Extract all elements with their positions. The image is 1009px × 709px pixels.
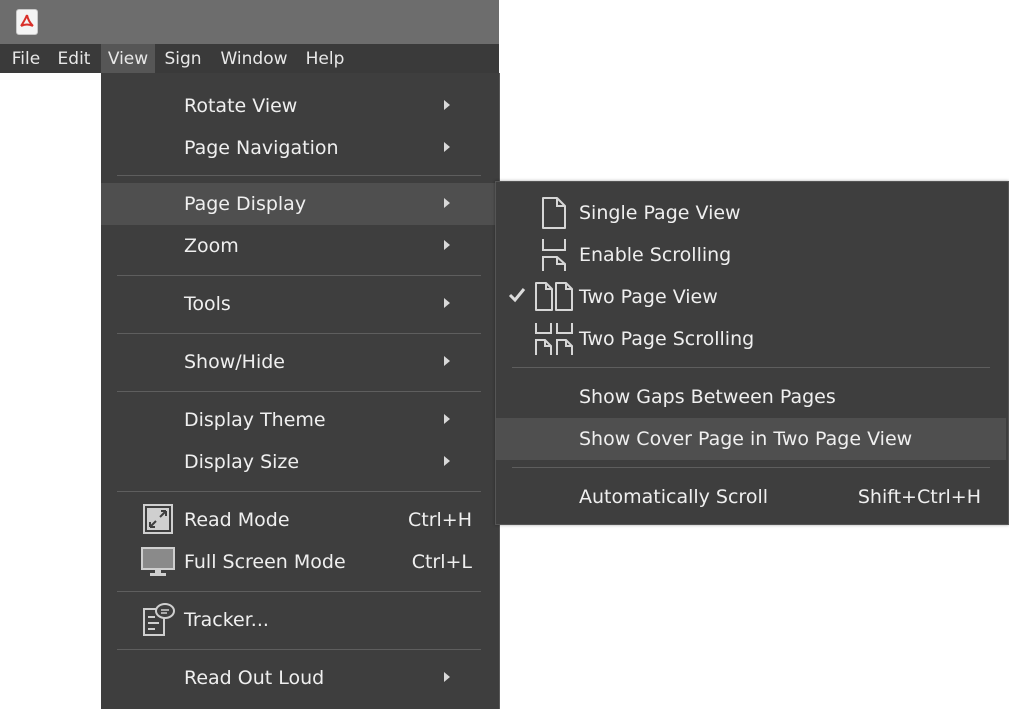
checkmark-icon [508,288,526,303]
tracker-icon [143,603,175,636]
menu-separator [117,649,481,650]
menu-separator [117,491,481,492]
menu-bar: File Edit View Sign Window Help [0,44,499,73]
menu-item-enable-scrolling[interactable]: Enable Scrolling [496,234,1006,276]
menu-item-read-mode[interactable]: Read Mode Ctrl+H [101,499,499,541]
menu-separator [512,367,990,368]
menu-item-label: Tracker... [184,609,269,631]
menu-item-page-navigation[interactable]: Page Navigation [101,127,499,169]
submenu-arrow-icon [444,298,450,308]
menu-item-page-display[interactable]: Page Display [101,183,499,225]
submenu-arrow-icon [444,100,450,110]
menu-file[interactable]: File [4,44,48,73]
menu-item-shortcut: Shift+Ctrl+H [857,486,981,508]
menu-item-label: Read Out Loud [184,667,325,689]
menu-item-label: Two Page Scrolling [579,328,755,350]
menu-view[interactable]: View [101,44,155,73]
menu-item-label: Two Page View [579,286,718,308]
menu-help[interactable]: Help [298,44,352,73]
menu-item-two-page-view[interactable]: Two Page View [496,276,1006,318]
menu-item-label: Rotate View [184,95,298,117]
menu-item-label: Show/Hide [184,351,285,373]
menu-item-automatically-scroll[interactable]: Automatically Scroll Shift+Ctrl+H [496,476,1006,518]
menu-item-single-page-view[interactable]: Single Page View [496,192,1006,234]
menu-item-read-out-loud[interactable]: Read Out Loud [101,657,499,699]
menu-separator [512,467,990,468]
menu-item-label: Automatically Scroll [579,486,769,508]
two-page-icon [535,282,573,311]
menu-item-label: Read Mode [184,509,290,531]
scrolling-icon [542,239,566,271]
menu-separator [117,175,481,176]
menu-edit[interactable]: Edit [52,44,96,73]
menu-separator [117,333,481,334]
title-bar [0,0,499,44]
menu-item-tools[interactable]: Tools [101,283,499,325]
menu-item-tracker[interactable]: Tracker... [101,599,499,641]
menu-item-label: Tools [184,293,231,315]
two-page-scrolling-icon [535,323,573,355]
menu-item-display-theme[interactable]: Display Theme [101,399,499,441]
menu-item-label: Show Gaps Between Pages [579,386,836,408]
menu-separator [117,391,481,392]
submenu-arrow-icon [444,456,450,466]
menu-sign[interactable]: Sign [158,44,208,73]
submenu-arrow-icon [444,142,450,152]
view-menu-dropdown: Rotate View Page Navigation Page Display… [101,73,500,709]
menu-item-shortcut: Ctrl+L [411,551,472,573]
single-page-icon [542,197,566,229]
menu-item-label: Page Display [184,193,307,215]
submenu-arrow-icon [444,356,450,366]
menu-item-zoom[interactable]: Zoom [101,225,499,267]
menu-item-label: Enable Scrolling [579,244,732,266]
menu-item-label: Display Size [184,451,300,473]
menu-item-label: Single Page View [579,202,741,224]
menu-window[interactable]: Window [215,44,293,73]
menu-item-show-cover-page[interactable]: Show Cover Page in Two Page View [496,418,1006,460]
menu-item-label: Page Navigation [184,137,339,159]
menu-item-label: Show Cover Page in Two Page View [579,428,913,450]
submenu-arrow-icon [444,672,450,682]
submenu-arrow-icon [444,414,450,424]
submenu-arrow-icon [444,198,450,208]
menu-item-shortcut: Ctrl+H [407,509,472,531]
menu-item-show-gaps[interactable]: Show Gaps Between Pages [496,376,1006,418]
submenu-arrow-icon [444,240,450,250]
page-display-submenu: Single Page View Enable Scrolling Two Pa… [495,181,1009,525]
monitor-icon [141,547,175,576]
menu-item-full-screen-mode[interactable]: Full Screen Mode Ctrl+L [101,541,499,583]
menu-separator [117,591,481,592]
menu-item-label: Full Screen Mode [184,551,346,573]
menu-item-display-size[interactable]: Display Size [101,441,499,483]
menu-item-show-hide[interactable]: Show/Hide [101,341,499,383]
menu-separator [117,275,481,276]
menu-item-label: Display Theme [184,409,326,431]
read-mode-icon [143,504,173,534]
app-logo-icon [16,9,38,35]
menu-item-label: Zoom [184,235,239,257]
menu-item-rotate-view[interactable]: Rotate View [101,85,499,127]
menu-item-two-page-scrolling[interactable]: Two Page Scrolling [496,318,1006,360]
